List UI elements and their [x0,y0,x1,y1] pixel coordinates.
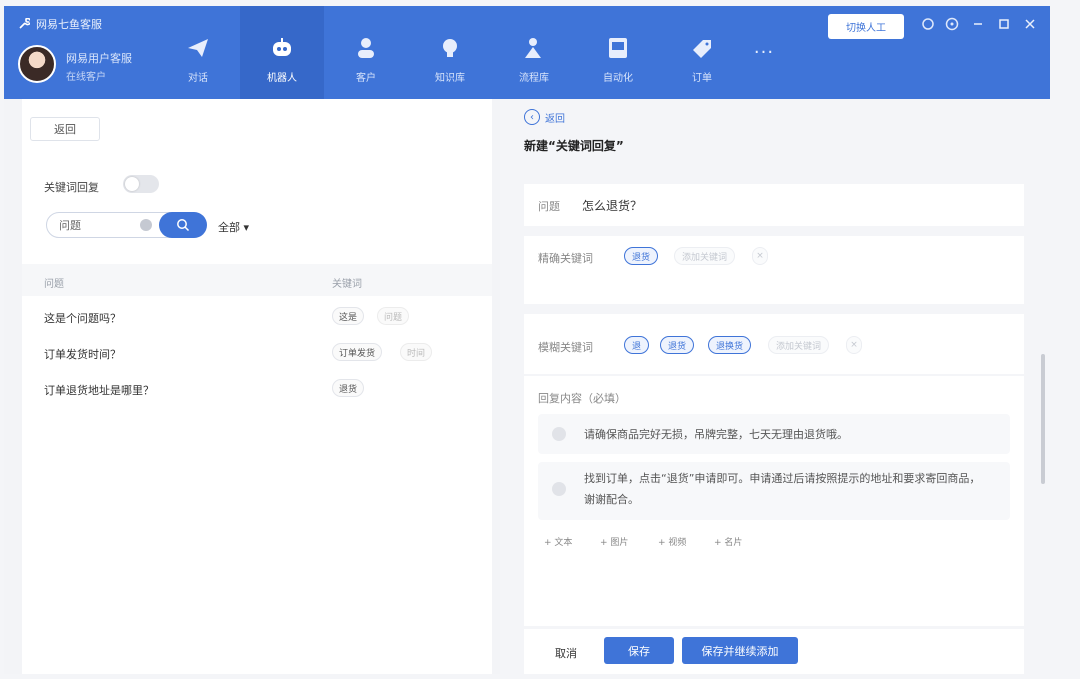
lightbulb-icon [443,39,457,57]
nav-item-label: 订单 [692,73,712,84]
keyword-tag: 问题 [377,307,410,325]
nav-item-dialog[interactable]: 对话 [156,6,240,99]
reply-content-card: 回复内容（必填） 请确保商品完好无损，吊牌完整，七天无理由退货哦。 找到订单，点… [524,376,1024,626]
settings-icon[interactable] [920,16,936,32]
table-row[interactable]: 订单发货时间？ 订单发货 时间 [22,335,492,371]
cancel-button[interactable]: 取消 [544,639,588,666]
main-nav: 对话 机器人 客户 知识库 流程库 自动化 订单 ··· [156,6,784,99]
column-header-keyword: 关键词 [332,279,362,290]
filter-dropdown[interactable]: 全部 ▾ [218,219,249,235]
question-card: 问题 怎么退货？ [524,184,1024,226]
keyword-reply-toggle[interactable] [123,175,159,193]
nav-item-automation[interactable]: 自动化 [576,6,660,99]
nav-item-order[interactable]: 订单 [660,6,744,99]
add-video-button[interactable]: + 视频 [658,535,686,548]
top-header: 网易七鱼客服 网易用户客服 在线客户 对话 机器人 客户 知识库 流程库 自动化… [4,6,1050,99]
close-icon[interactable] [1022,16,1038,32]
search-icon [177,219,190,232]
table-header: 问题 关键词 [22,264,492,296]
fuzzy-keyword-card: 模糊关键词 退 退货 退换货 添加关键词 × [524,314,1024,374]
remove-icon[interactable]: × [752,247,768,265]
search-box [46,212,207,238]
add-image-button[interactable]: + 图片 [600,535,628,548]
back-button[interactable]: 返回 [30,117,100,141]
nav-item-label: 知识库 [435,73,465,84]
keyword-editor-pane: ‹ 返回 新建“关键词回复” 问题 怎么退货？ 精确关键词 退货 添加关键词 ×… [500,99,1050,674]
help-icon[interactable] [944,16,960,32]
search-button[interactable] [159,212,207,238]
keyword-chip[interactable]: 退货 [660,336,695,354]
add-keyword-input[interactable]: 添加关键词 [674,247,736,265]
user-status[interactable]: 在线客户 [66,68,106,83]
keyword-list-pane: 返回 关键词回复 全部 ▾ 问题 关键词 这是个问题吗？ 这是 问题 订单发货时… [22,99,492,674]
person-icon [358,38,374,58]
table-row[interactable]: 订单退货地址是哪里？ 退货 [22,371,492,407]
maximize-icon[interactable] [996,16,1012,32]
user-flow-icon [525,38,541,58]
paper-plane-icon [188,39,208,57]
keyword-chip[interactable]: 退货 [624,247,659,265]
editor-footer: 取消 保存 保存并继续添加 [524,629,1024,674]
avatar[interactable] [18,45,56,83]
editor-back-label: 返回 [545,113,565,125]
drag-handle-icon[interactable] [552,482,566,496]
more-menu-button[interactable]: ··· [744,6,784,99]
keyword-tag: 退货 [332,379,365,397]
nav-item-flow[interactable]: 流程库 [492,6,576,99]
fuzzy-keyword-label: 模糊关键词 [538,341,593,354]
keyword-tag: 时间 [400,343,433,361]
user-name: 网易用户客服 [66,52,132,65]
switch-agent-button[interactable]: 切换人工 [828,14,904,39]
editor-title: 新建“关键词回复” [524,139,624,153]
reply-content-label: 回复内容（必填） [538,392,626,405]
wrench-icon [19,18,30,29]
table-row[interactable]: 这是个问题吗？ 这是 问题 [22,299,492,335]
keyword-chip[interactable]: 退 [624,336,650,354]
scrollbar[interactable] [1041,354,1045,484]
row-question: 订单发货时间？ [44,348,121,361]
nav-item-label: 对话 [188,73,208,84]
minimize-icon[interactable] [970,16,986,32]
column-header-question: 问题 [44,279,64,290]
app-brand: 网易七鱼客服 [18,16,102,32]
add-keyword-input[interactable]: 添加关键词 [768,336,830,354]
nav-item-robot[interactable]: 机器人 [240,6,324,99]
question-value[interactable]: 怎么退货？ [582,197,642,214]
nav-item-label: 自动化 [603,73,633,84]
back-arrow-icon: ‹ [524,109,540,125]
reply-item[interactable]: 找到订单，点击“退货”申请即可。申请通过后请按照提示的地址和要求寄回商品，谢谢配… [538,462,1010,520]
save-button[interactable]: 保存 [604,637,674,664]
question-label: 问题 [538,200,560,213]
keyword-tag: 这是 [332,307,365,325]
reply-text: 找到订单，点击“退货”申请即可。申请通过后请按照提示的地址和要求寄回商品，谢谢配… [584,472,981,506]
nav-item-label: 客户 [356,73,376,84]
nav-item-label: 机器人 [267,73,297,84]
app-window: 网易七鱼客服 网易用户客服 在线客户 对话 机器人 客户 知识库 流程库 自动化… [4,6,1050,674]
search-input[interactable] [59,213,139,237]
reply-item[interactable]: 请确保商品完好无损，吊牌完整，七天无理由退货哦。 [538,414,1010,454]
editor-back-link[interactable]: ‹ 返回 [524,109,565,125]
clear-icon[interactable] [140,219,152,231]
nav-item-label: 流程库 [519,73,549,84]
picture-icon [609,38,627,58]
nav-item-customer[interactable]: 客户 [324,6,408,99]
robot-icon [273,38,291,56]
exact-keyword-label: 精确关键词 [538,252,593,265]
app-title: 网易七鱼客服 [36,18,102,31]
row-question: 这是个问题吗？ [44,312,121,325]
row-question: 订单退货地址是哪里？ [44,384,154,397]
reply-text: 请确保商品完好无损，吊牌完整，七天无理由退货哦。 [584,428,848,441]
tag-icon [693,40,711,58]
save-and-continue-button[interactable]: 保存并继续添加 [682,637,798,664]
keyword-reply-label: 关键词回复 [44,181,99,194]
nav-item-knowledge[interactable]: 知识库 [408,6,492,99]
drag-handle-icon[interactable] [552,427,566,441]
add-text-button[interactable]: + 文本 [544,535,572,548]
keyword-chip[interactable]: 退换货 [708,336,752,354]
exact-keyword-card: 精确关键词 退货 添加关键词 × [524,236,1024,304]
add-card-button[interactable]: + 名片 [714,535,742,548]
keyword-tag: 订单发货 [332,343,383,361]
remove-icon[interactable]: × [846,336,862,354]
